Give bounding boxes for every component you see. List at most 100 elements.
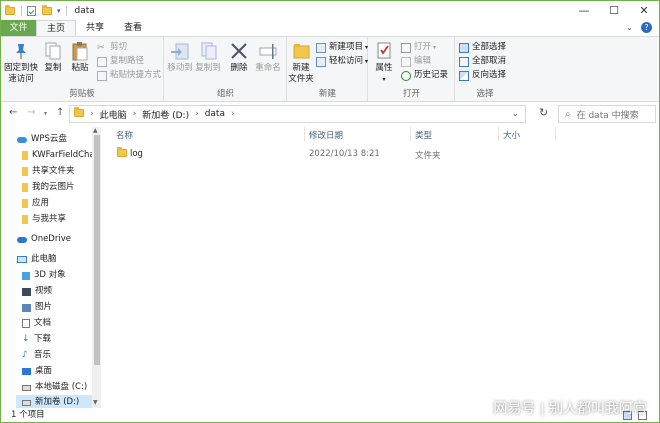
minimize-button[interactable]: — (569, 1, 599, 20)
download-icon: ↓ (22, 334, 30, 344)
nav-item-wps-cloud[interactable]: WPS云盘 (17, 132, 67, 147)
copy-to-button[interactable]: 复制到 (195, 41, 221, 74)
forward-arrow-icon[interactable]: → (27, 107, 35, 118)
nav-scrollbar-thumb[interactable] (94, 135, 100, 365)
back-arrow-icon[interactable]: ← (9, 107, 17, 118)
scroll-down-icon[interactable]: ▼ (93, 399, 98, 406)
nav-item-pictures[interactable]: 图片 (22, 300, 52, 315)
tab-share[interactable]: 共享 (76, 20, 114, 36)
maximize-button[interactable]: ☐ (599, 1, 629, 20)
properties-button[interactable]: 属性 ▾ (373, 41, 395, 85)
column-header-name[interactable]: 名称 (116, 129, 133, 141)
address-dropdown-icon[interactable]: ⌄ (511, 109, 519, 119)
nav-item-music[interactable]: ♪ 音乐 (22, 348, 51, 363)
path-separator-icon: › (132, 109, 137, 119)
new-group: 新建 文件夹 新建项目 ▾ 轻松访问 ▾ 新建 (288, 37, 368, 101)
close-button[interactable]: ✕ (629, 1, 659, 20)
nav-item-drive-c[interactable]: 本地磁盘 (C:) (22, 380, 87, 395)
open-button[interactable]: 打开 ▾ (401, 41, 436, 54)
delete-button[interactable]: 删除 (227, 41, 251, 74)
help-icon[interactable]: ? (641, 22, 652, 33)
paste-icon (69, 41, 91, 61)
nav-item-apps[interactable]: 应用 (22, 196, 49, 211)
copy-path-button[interactable]: 复制路径 (97, 55, 144, 68)
paste-shortcut-icon (97, 70, 107, 81)
cut-button[interactable]: ✂ 剪切 (97, 41, 127, 54)
file-modified: 2022/10/13 8:21 (309, 149, 380, 159)
nav-item-3d-objects[interactable]: 3D 对象 (22, 268, 66, 283)
nav-item-drive-d[interactable]: 新加卷 (D:) (16, 395, 92, 408)
column-header-modified[interactable]: 修改日期 (309, 129, 343, 141)
minimize-icon: — (578, 4, 590, 17)
nav-item-documents[interactable]: 文档 (22, 316, 51, 331)
properties-icon (373, 41, 395, 61)
paste-shortcut-button[interactable]: 粘贴快捷方式 (97, 69, 161, 82)
up-arrow-icon[interactable]: ↑ (56, 107, 64, 118)
folder-icon (22, 167, 28, 176)
copy-label: 复制 (44, 63, 62, 73)
delete-label: 删除 (230, 63, 248, 73)
easy-access-dropdown-icon: ▾ (365, 58, 369, 65)
breadcrumb-data[interactable]: data (205, 109, 225, 119)
new-folder-icon (290, 41, 312, 61)
recent-dropdown-icon[interactable]: ▾ (44, 110, 47, 117)
clipboard-group-label: 剪贴板 (69, 89, 95, 99)
close-icon: ✕ (639, 4, 649, 17)
history-button[interactable]: 历史记录 (401, 69, 448, 82)
nav-item-onedrive[interactable]: OneDrive (17, 232, 71, 247)
select-none-button[interactable]: 全部取消 (459, 55, 506, 68)
nav-label: 应用 (32, 198, 50, 208)
video-icon (22, 287, 31, 296)
explorer-window: ▾ data — ☐ ✕ 文件 主页 共享 查看 ⌄ ? 固定到快 速访问 复制 (0, 0, 660, 423)
copy-button[interactable]: 复制 (41, 41, 65, 74)
new-folder-quick-icon[interactable] (42, 4, 52, 18)
invert-selection-button[interactable]: 反向选择 (459, 69, 506, 82)
collapse-ribbon-icon[interactable]: ⌄ (626, 23, 633, 32)
address-bar[interactable]: › 此电脑 › 新加卷 (D:) › data › ⌄ (69, 105, 526, 123)
paste-button[interactable]: 粘贴 (68, 41, 92, 74)
nav-label: 桌面 (35, 366, 53, 376)
drive-icon (22, 384, 31, 391)
move-to-button[interactable]: 移动到 (167, 41, 193, 74)
title-bar: ▾ data — ☐ ✕ (1, 1, 659, 20)
select-all-button[interactable]: 全部选择 (459, 41, 506, 54)
column-header-type[interactable]: 类型 (415, 129, 432, 141)
search-input[interactable]: ⌕ 在 data 中搜索 (558, 105, 656, 123)
nav-item-cloud-pictures[interactable]: 我的云图片 (22, 180, 75, 195)
copy-path-label: 复制路径 (110, 56, 145, 66)
breadcrumb-drive-d[interactable]: 新加卷 (D:) (142, 108, 189, 121)
tab-home[interactable]: 主页 (36, 20, 77, 36)
nav-item-shared-with-me[interactable]: 与我共享 (22, 212, 66, 227)
easy-access-button[interactable]: 轻松访问 ▾ (316, 55, 368, 68)
nav-item-this-pc[interactable]: 此电脑 (17, 252, 57, 267)
nav-item-videos[interactable]: 视频 (22, 284, 52, 299)
organize-group: 移动到 复制到 删除 重命名 组织 (165, 37, 287, 101)
navigation-pane: WPS云盘 KWFarFieldCha 共享文件夹 我的云图片 应用 与我共享 … (1, 127, 101, 408)
tab-view[interactable]: 查看 (114, 20, 152, 36)
copy-path-icon (97, 56, 107, 67)
pin-quick-access-button[interactable]: 固定到快 速访问 (3, 41, 39, 85)
properties-quick-icon[interactable] (27, 5, 36, 16)
file-name: log (130, 149, 143, 159)
clipboard-group: 固定到快 速访问 复制 粘贴 ✂ 剪切 复制路径 粘贴快捷方式 剪贴板 (1, 37, 164, 101)
tab-file[interactable]: 文件 (1, 20, 36, 36)
select-none-icon (459, 56, 469, 67)
nav-item-kwfarfield[interactable]: KWFarFieldCha (22, 148, 95, 163)
new-item-button[interactable]: 新建项目 ▾ (316, 41, 368, 54)
nav-item-shared-folder[interactable]: 共享文件夹 (22, 164, 75, 179)
scroll-up-icon[interactable]: ▲ (93, 127, 98, 134)
ribbon: 固定到快 速访问 复制 粘贴 ✂ 剪切 复制路径 粘贴快捷方式 剪贴板 移动到 (1, 36, 659, 102)
rename-button[interactable]: 重命名 (253, 41, 283, 74)
pin-label: 固定到快 速访问 (3, 63, 38, 84)
nav-item-downloads[interactable]: ↓ 下载 (22, 332, 51, 347)
customize-dropdown-icon[interactable]: ▾ (57, 7, 61, 15)
edit-button[interactable]: 编辑 (401, 55, 431, 68)
file-row[interactable]: log 2022/10/13 8:21 文件夹 (106, 146, 556, 162)
maximize-icon: ☐ (609, 4, 619, 17)
breadcrumb-this-pc[interactable]: 此电脑 (100, 108, 127, 121)
column-header-size[interactable]: 大小 (503, 129, 520, 141)
new-folder-button[interactable]: 新建 文件夹 (288, 41, 314, 85)
refresh-icon[interactable]: ↻ (539, 106, 548, 119)
column-headers: 名称 修改日期 类型 大小 (106, 127, 556, 141)
nav-item-desktop[interactable]: 桌面 (22, 364, 52, 379)
